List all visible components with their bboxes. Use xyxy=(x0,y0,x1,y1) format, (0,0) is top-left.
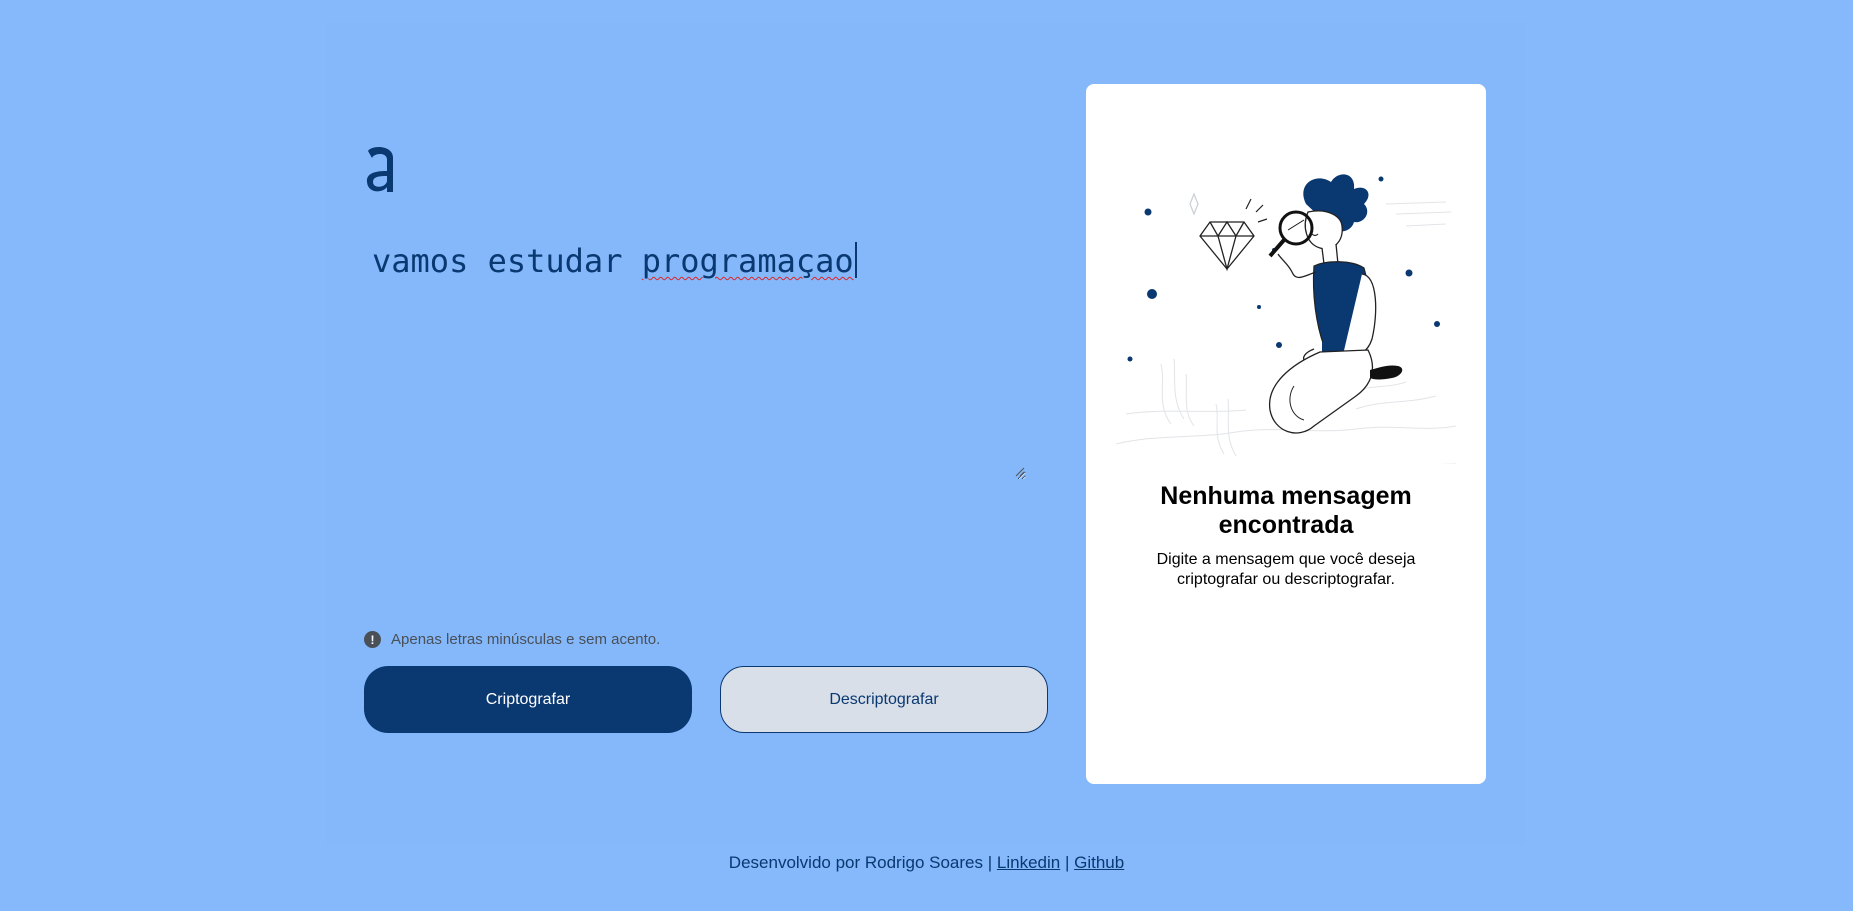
exclamation-icon: ! xyxy=(364,631,381,648)
person-magnifier-illustration xyxy=(1116,174,1456,464)
footer-separator: | xyxy=(1064,853,1070,872)
github-link[interactable]: Github xyxy=(1074,853,1124,872)
result-title: Nenhuma mensagem encontrada xyxy=(1160,482,1412,539)
footer-credit: Desenvolvido por Rodrigo Soares xyxy=(728,853,983,872)
decrypt-button-label: Descriptografar xyxy=(829,690,939,708)
message-text: vamos estudar xyxy=(372,242,642,280)
encrypt-button-label: Criptografar xyxy=(485,690,571,708)
misspelled-word: programaçao xyxy=(641,242,854,280)
page: vamos estudar programaçao ! Apenas letra… xyxy=(0,0,1853,911)
result-message: Digite a mensagem que você deseja cripto… xyxy=(1156,551,1416,588)
footer: Desenvolvido por Rodrigo Soares | Linked… xyxy=(0,853,1853,873)
input-hint: ! Apenas letras minúsculas e sem acento. xyxy=(364,631,660,648)
text-caret xyxy=(854,242,857,278)
linkedin-link[interactable]: Linkedin xyxy=(997,853,1060,872)
decrypt-button[interactable]: Descriptografar xyxy=(720,666,1048,733)
result-card: Nenhuma mensagem encontrada Digite a men… xyxy=(1086,84,1486,784)
hint-text: Apenas letras minúsculas e sem acento. xyxy=(391,631,661,648)
encrypt-button[interactable]: Criptografar xyxy=(364,666,692,733)
message-input[interactable]: vamos estudar programaçao xyxy=(364,236,1026,480)
footer-separator: | xyxy=(987,853,993,872)
alura-logo-icon xyxy=(366,147,393,192)
resize-handle-icon[interactable] xyxy=(1015,467,1025,477)
